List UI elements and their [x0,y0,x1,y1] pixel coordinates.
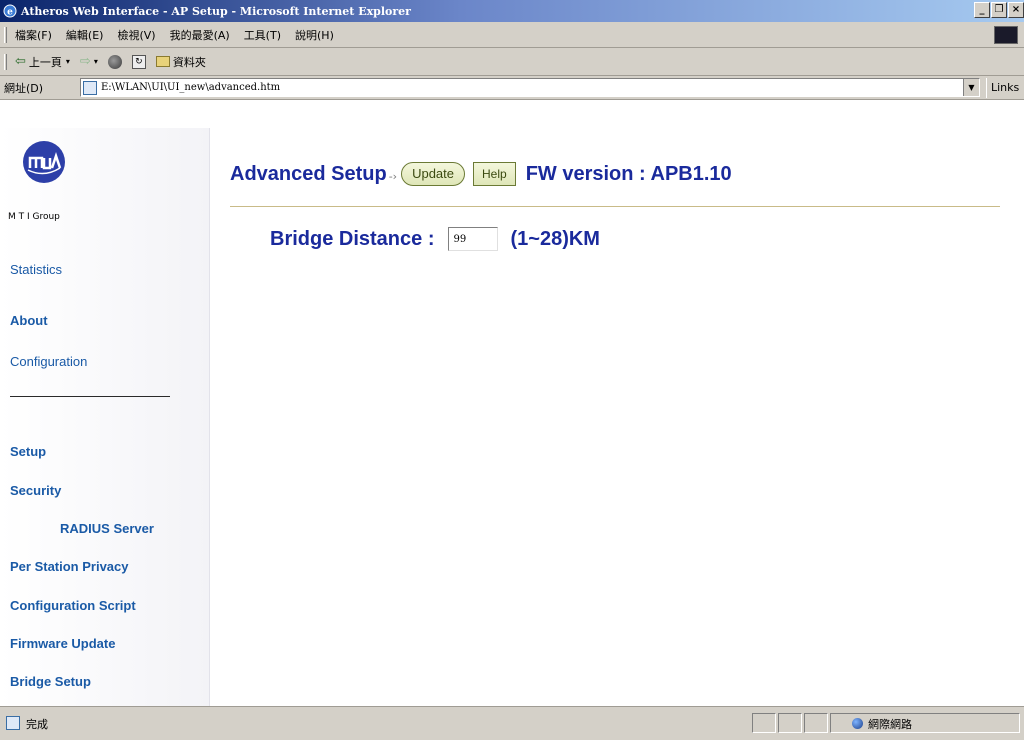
internet-zone-icon [852,718,863,729]
sidebar-link-per-station-privacy[interactable]: Per Station Privacy [10,559,129,574]
status-cell [778,713,802,733]
close-button[interactable]: × [1008,2,1024,18]
sidebar-link-statistics[interactable]: Statistics [10,262,62,277]
menu-bar: 檔案(F) 編輯(E) 檢視(V) 我的最愛(A) 工具(T) 說明(H) [0,22,1024,48]
folder-icon [155,56,170,67]
page-title: Advanced Setup [230,162,387,185]
address-label: 網址(D) [4,81,44,95]
back-label: 上一頁 [28,55,62,69]
zone-text: 網際網路 [868,718,912,731]
bridge-distance-label: Bridge Distance : [270,227,435,250]
main-panel: Advanced Setup -› Update Help FW version… [230,128,1010,706]
sidebar-link-configuration[interactable]: Configuration [10,354,87,369]
refresh-icon: ↻ [131,54,146,69]
help-button[interactable]: Help [473,162,516,186]
status-cell [804,713,828,733]
toolbar-grip[interactable] [4,53,7,70]
sidebar-link-firmware-update[interactable]: Firmware Update [10,636,115,651]
header-divider [230,206,1000,207]
sidebar-divider [10,396,170,397]
logo-text: M T I Group [8,212,60,222]
sidebar-link-configuration-script[interactable]: Configuration Script [10,598,136,613]
menu-favorites[interactable]: 我的最愛(A) [170,27,230,43]
sidebar-link-about[interactable]: About [10,313,48,328]
internet-explorer-icon: e [3,4,17,18]
folders-button[interactable]: 資料夾 [155,54,206,70]
stop-button[interactable] [107,54,122,69]
navigation-toolbar: ⇦ 上一頁 ▾ ⇨ ▾ ↻ 資料夾 [0,48,1024,76]
folders-label: 資料夾 [172,55,206,69]
forward-arrow-icon: ⇨ [79,54,91,69]
menu-help[interactable]: 說明(H) [295,27,334,43]
sidebar: M T I Group Statistics About Configurati… [0,128,210,706]
menu-tools[interactable]: 工具(T) [244,27,281,43]
sidebar-link-setup[interactable]: Setup [10,444,46,459]
bridge-distance-input[interactable] [448,227,499,251]
forward-dropdown-icon[interactable]: ▾ [94,57,98,66]
stop-icon [107,54,122,69]
status-bar: 完成 網際網路 [0,706,1024,740]
windows-logo-icon [994,26,1018,44]
window-title: Atheros Web Interface - AP Setup - Micro… [21,4,411,18]
status-text: 完成 [26,718,48,731]
window-titlebar: e Atheros Web Interface - AP Setup - Mic… [0,0,1024,22]
sidebar-link-security[interactable]: Security [10,483,61,498]
menu-view[interactable]: 檢視(V) [117,27,155,43]
mti-logo-icon [23,141,65,183]
firmware-version-label: FW version : APB1.10 [525,162,732,185]
page-status-icon [6,716,20,730]
address-url[interactable]: E:\WLAN\UI\UI_new\advanced.htm [101,82,280,93]
maximize-button[interactable]: ❐ [991,2,1007,18]
minimize-button[interactable]: _ [974,2,990,18]
sidebar-link-bridge-setup[interactable]: Bridge Setup [10,674,91,689]
toolbar-grip[interactable] [4,26,7,43]
page-icon [83,80,97,95]
back-arrow-icon: ⇦ [15,54,26,69]
address-input[interactable]: E:\WLAN\UI\UI_new\advanced.htm ▼ [80,78,980,97]
bridge-distance-row: Bridge Distance : (1~28)KM [270,224,600,254]
menu-file[interactable]: 檔案(F) [15,27,52,43]
address-dropdown-icon[interactable]: ▼ [963,79,979,96]
refresh-button[interactable]: ↻ [131,54,146,69]
sidebar-link-radius-server[interactable]: RADIUS Server [60,521,154,536]
menu-edit[interactable]: 編輯(E) [66,27,104,43]
header-row: Advanced Setup -› Update Help FW version… [230,158,732,190]
status-cell [752,713,776,733]
forward-button[interactable]: ⇨ ▾ [80,54,98,69]
address-bar: 網址(D) E:\WLAN\UI\UI_new\advanced.htm ▼ L… [0,76,1024,100]
update-button[interactable]: Update [401,162,465,186]
links-button[interactable]: Links [986,78,1024,98]
svg-text:e: e [7,8,13,18]
back-button[interactable]: ⇦ 上一頁 ▾ [15,54,70,70]
back-dropdown-icon[interactable]: ▾ [66,57,70,66]
bridge-distance-range: (1~28)KM [510,227,600,250]
page-content: M T I Group Statistics About Configurati… [0,128,1024,706]
title-arrow: -› [388,169,398,183]
